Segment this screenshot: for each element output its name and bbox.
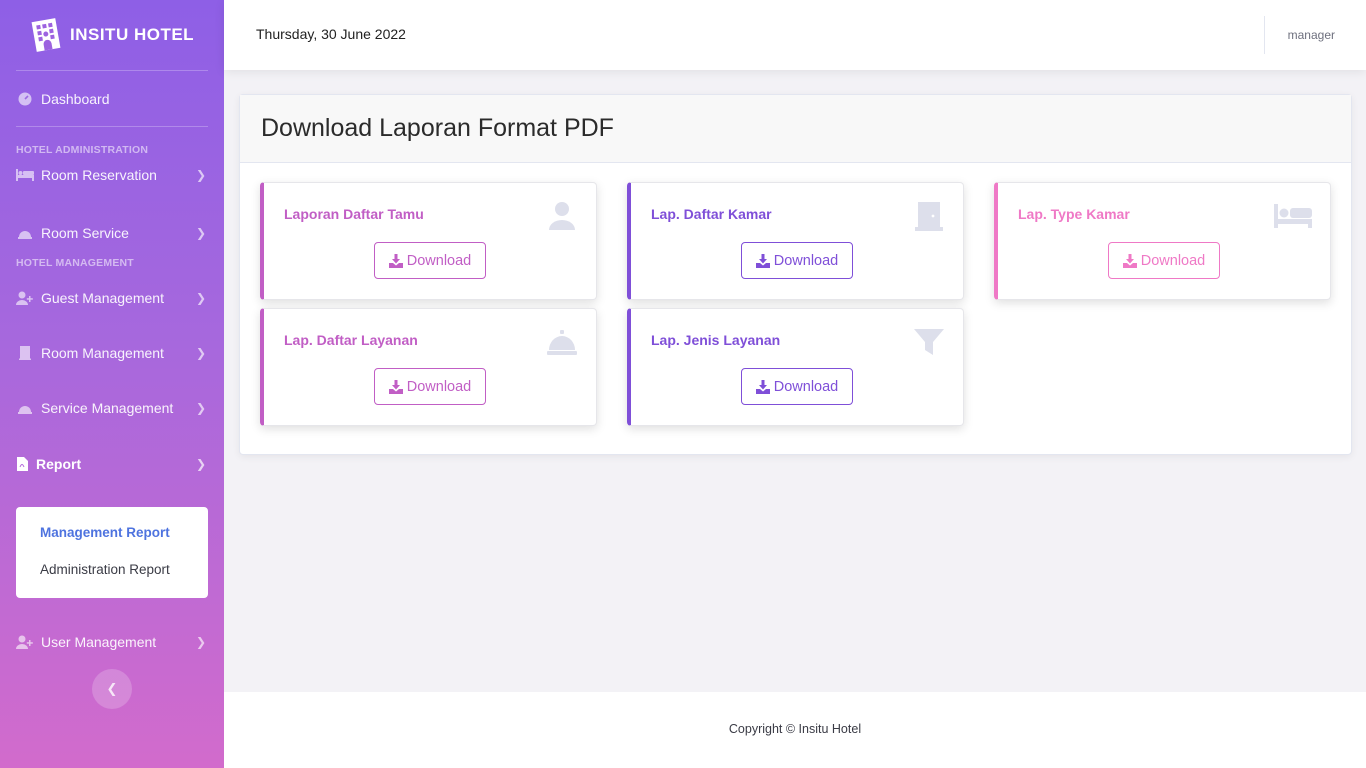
user-plus-icon [16, 634, 34, 650]
door-icon [915, 202, 943, 231]
report-title: Lap. Daftar Kamar [651, 206, 772, 222]
report-title: Lap. Daftar Layanan [284, 332, 418, 348]
sidebar-item-label: User Management [41, 633, 157, 650]
report-item-daftar-layanan: Lap. Daftar Layanan Download [260, 308, 597, 426]
sidebar-item-dashboard[interactable]: Dashboard [0, 71, 224, 126]
page-title: Download Laporan Format PDF [261, 114, 614, 142]
card-header: Download Laporan Format PDF [240, 95, 1351, 163]
download-button-label: Download [773, 252, 839, 269]
download-icon [388, 379, 403, 394]
copyright-text: Copyright © Insitu Hotel [728, 722, 862, 736]
sidebar-item-report[interactable]: Report ❯ [0, 436, 224, 491]
download-button[interactable]: Download [374, 242, 486, 279]
download-icon [388, 253, 403, 268]
sidebar-item-label: Room Reservation [41, 167, 157, 183]
chevron-right-icon: ❯ [195, 168, 206, 182]
chevron-right-icon: ❯ [195, 290, 206, 305]
bed-icon [16, 167, 34, 183]
chevron-right-icon: ❯ [195, 345, 206, 360]
download-icon [755, 253, 770, 268]
bed-icon [1274, 204, 1312, 228]
report-item-daftar-kamar: Lap. Daftar Kamar Download [627, 182, 964, 300]
user-menu[interactable]: manager [1288, 28, 1335, 42]
download-button-label: Download [406, 378, 472, 395]
service-bell-icon [16, 400, 34, 416]
door-icon [16, 345, 34, 361]
report-item-daftar-tamu: Laporan Daftar Tamu Download [260, 182, 597, 300]
sidebar-item-label: Room Service [41, 224, 129, 241]
chevron-left-icon: ❮ [106, 681, 118, 696]
submenu-item-administration-report[interactable]: Administration Report [16, 561, 208, 598]
user-icon [549, 202, 575, 230]
download-button[interactable]: Download [741, 368, 853, 405]
download-button[interactable]: Download [741, 242, 853, 279]
sidebar-item-service-management[interactable]: Service Management ❯ [0, 380, 224, 436]
chevron-right-icon: ❯ [195, 456, 206, 471]
current-date: Thursday, 30 June 2022 [256, 26, 406, 42]
report-card: Download Laporan Format PDF Laporan Daft… [239, 94, 1352, 455]
service-bell-icon [16, 225, 34, 241]
chevron-right-icon: ❯ [195, 401, 206, 415]
report-title: Lap. Type Kamar [1018, 206, 1130, 222]
dashboard-gauge-icon [16, 91, 34, 107]
download-icon [755, 379, 770, 394]
user-plus-icon [16, 290, 34, 306]
sidebar-item-guest-management[interactable]: Guest Management ❯ [0, 270, 224, 325]
filter-icon [914, 329, 944, 355]
topbar: Thursday, 30 June 2022 manager [224, 0, 1366, 70]
download-button-label: Download [406, 252, 472, 269]
hotel-logo-icon [31, 18, 61, 52]
download-button-label: Download [1140, 252, 1206, 269]
sidebar-item-label: Report [36, 455, 82, 472]
chevron-right-icon: ❯ [195, 634, 206, 649]
sidebar-item-room-management[interactable]: Room Management ❯ [0, 325, 224, 380]
sidebar-item-room-reservation[interactable]: Room Reservation ❯ [0, 150, 224, 200]
download-icon [1122, 253, 1137, 268]
sidebar-item-user-management[interactable]: User Management ❯ [0, 614, 224, 669]
brand[interactable]: INSITU HOTEL [0, 0, 224, 70]
brand-name: INSITU HOTEL [70, 25, 195, 44]
footer: Copyright © Insitu Hotel [224, 692, 1366, 768]
submenu-item-management-report[interactable]: Management Report [16, 524, 208, 561]
topbar-divider [1264, 16, 1265, 54]
sidebar-toggle-button[interactable]: ❮ [92, 669, 132, 709]
chevron-right-icon: ❯ [195, 225, 206, 240]
download-button[interactable]: Download [1108, 242, 1220, 279]
sidebar-divider [16, 126, 208, 127]
download-button[interactable]: Download [374, 368, 486, 405]
download-button-label: Download [773, 378, 839, 395]
sidebar-item-label: Dashboard [41, 90, 110, 107]
report-submenu: Management Report Administration Report [16, 507, 208, 598]
service-bell-icon [547, 330, 577, 355]
report-title: Laporan Daftar Tamu [284, 206, 424, 222]
sidebar-item-label: Guest Management [41, 289, 164, 306]
report-item-type-kamar: Lap. Type Kamar Download [994, 182, 1331, 300]
pdf-file-icon [16, 456, 29, 472]
sidebar: INSITU HOTEL Dashboard HOTEL ADMINISTRAT… [0, 0, 224, 768]
report-title: Lap. Jenis Layanan [651, 332, 781, 348]
sidebar-item-room-service[interactable]: Room Service ❯ [0, 205, 224, 260]
report-item-jenis-layanan: Lap. Jenis Layanan Download [627, 308, 964, 426]
sidebar-item-label: Service Management [41, 400, 174, 416]
sidebar-item-label: Room Management [41, 344, 164, 361]
